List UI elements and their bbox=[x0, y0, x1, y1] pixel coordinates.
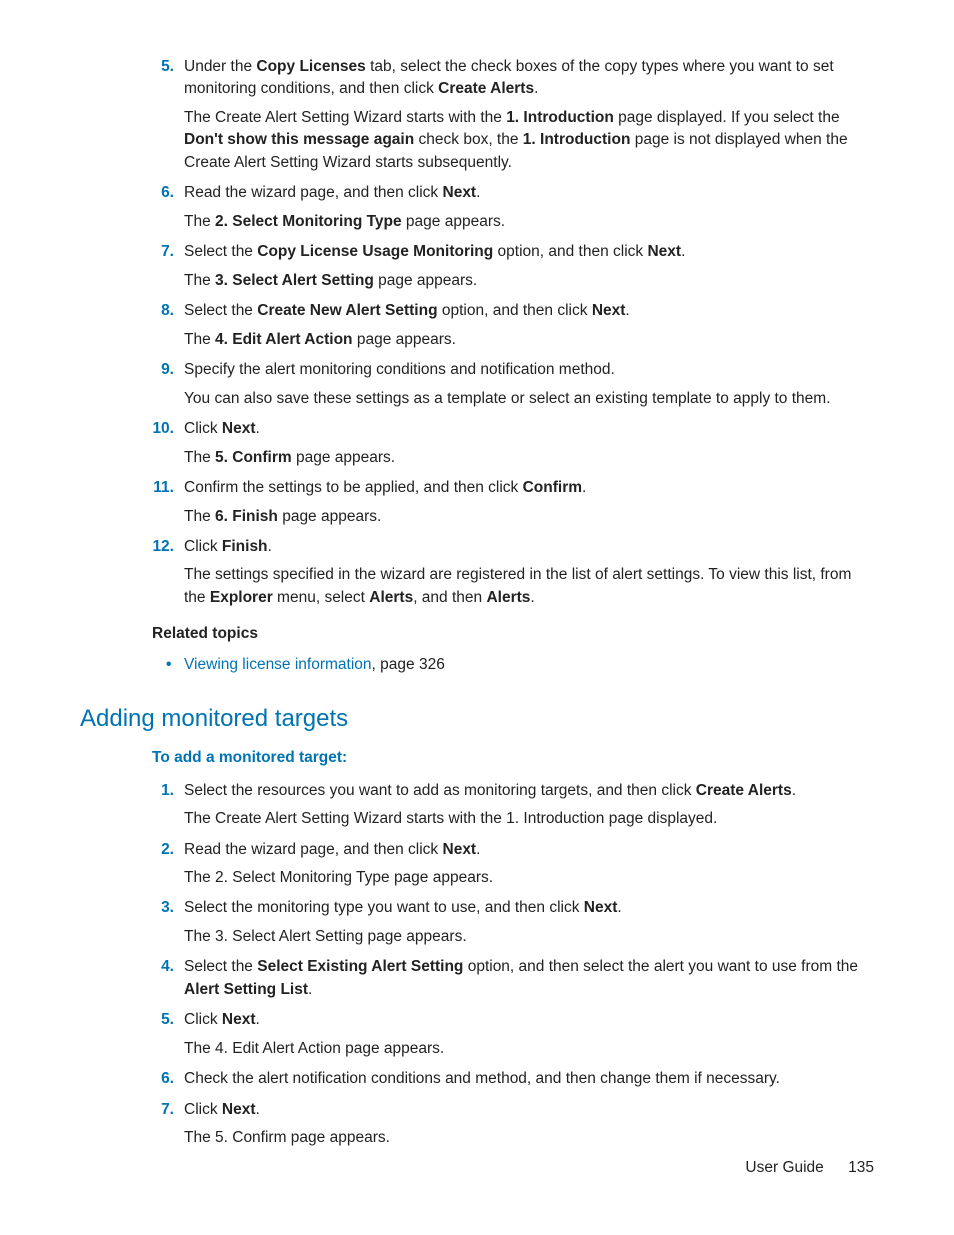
step-number: 6. bbox=[146, 1068, 174, 1090]
step-item: 2. Read the wizard page, and then click N… bbox=[80, 839, 874, 890]
step-number: 6. bbox=[146, 182, 174, 204]
step-result: The 3. Select Alert Setting page appears… bbox=[184, 270, 874, 292]
step-item: 5. Click Next. The 4. Edit Alert Action pa… bbox=[80, 1009, 874, 1060]
step-item: 1. Select the resources you want to add a… bbox=[80, 780, 874, 831]
page-number: 135 bbox=[848, 1159, 874, 1176]
step-item: 7. Select the Copy License Usage Monitori… bbox=[80, 241, 874, 292]
footer-label: User Guide bbox=[745, 1159, 823, 1176]
step-text: Select the Copy License Usage Monitoring… bbox=[184, 241, 874, 263]
step-text: Read the wizard page, and then click Nex… bbox=[184, 839, 874, 861]
step-item: 6. Check the alert notification condition… bbox=[80, 1068, 874, 1090]
step-result: The Create Alert Setting Wizard starts w… bbox=[184, 808, 874, 830]
step-text: Select the monitoring type you want to u… bbox=[184, 897, 874, 919]
step-item: 4. Select the Select Existing Alert Setti… bbox=[80, 956, 874, 1001]
page-footer: User Guide 135 bbox=[745, 1157, 874, 1179]
step-text: Confirm the settings to be applied, and … bbox=[184, 477, 874, 499]
step-item: 5. Under the Copy Licenses tab, select th… bbox=[80, 56, 874, 174]
step-text: Select the Select Existing Alert Setting… bbox=[184, 956, 874, 1001]
step-number: 5. bbox=[146, 1009, 174, 1031]
step-text: Click Finish. bbox=[184, 536, 874, 558]
step-text: Select the Create New Alert Setting opti… bbox=[184, 300, 874, 322]
link-view-license-info[interactable]: Viewing license information bbox=[184, 656, 372, 673]
step-number: 4. bbox=[146, 956, 174, 978]
step-number: 10. bbox=[146, 418, 174, 440]
step-item: 7. Click Next. The 5. Confirm page appears… bbox=[80, 1099, 874, 1150]
related-topic-suffix: , page 326 bbox=[372, 656, 445, 673]
step-item: 6. Read the wizard page, and then click N… bbox=[80, 182, 874, 233]
step-item: 12. Click Finish. The settings specified i… bbox=[80, 536, 874, 609]
step-result: The 5. Confirm page appears. bbox=[184, 1127, 874, 1149]
step-text: Under the Copy Licenses tab, select the … bbox=[184, 56, 874, 101]
related-topics-list: Viewing license information, page 326 bbox=[152, 654, 874, 676]
step-result: The settings specified in the wizard are… bbox=[184, 564, 874, 609]
step-result: The 4. Edit Alert Action page appears. bbox=[184, 329, 874, 351]
step-text: Check the alert notification conditions … bbox=[184, 1068, 874, 1090]
step-result: The 4. Edit Alert Action page appears. bbox=[184, 1038, 874, 1060]
step-text: Select the resources you want to add as … bbox=[184, 780, 874, 802]
section-heading-adding-monitored-targets: Adding monitored targets bbox=[80, 702, 874, 737]
step-result: The 3. Select Alert Setting page appears… bbox=[184, 926, 874, 948]
step-result: The 2. Select Monitoring Type page appea… bbox=[184, 211, 874, 233]
step-result: The 6. Finish page appears. bbox=[184, 506, 874, 528]
step-number: 7. bbox=[146, 1099, 174, 1121]
step-result: The 5. Confirm page appears. bbox=[184, 447, 874, 469]
step-text: Read the wizard page, and then click Nex… bbox=[184, 182, 874, 204]
step-number: 12. bbox=[146, 536, 174, 558]
related-topics-heading: Related topics bbox=[152, 623, 874, 645]
step-list-b: 1. Select the resources you want to add a… bbox=[80, 780, 874, 1150]
step-item: 9. Specify the alert monitoring condition… bbox=[80, 359, 874, 410]
step-number: 5. bbox=[146, 56, 174, 78]
step-result: You can also save these settings as a te… bbox=[184, 388, 874, 410]
step-list-a: 5. Under the Copy Licenses tab, select th… bbox=[80, 56, 874, 609]
step-number: 1. bbox=[146, 780, 174, 802]
step-number: 7. bbox=[146, 241, 174, 263]
document-page: 5. Under the Copy Licenses tab, select th… bbox=[0, 0, 954, 1235]
step-item: 11. Confirm the settings to be applied, a… bbox=[80, 477, 874, 528]
step-number: 3. bbox=[146, 897, 174, 919]
step-result: The Create Alert Setting Wizard starts w… bbox=[184, 107, 874, 174]
step-text: Click Next. bbox=[184, 1099, 874, 1121]
step-item: 3. Select the monitoring type you want to… bbox=[80, 897, 874, 948]
procedure-heading: To add a monitored target: bbox=[152, 747, 874, 769]
step-item: 10. Click Next. The 5. Confirm page appear… bbox=[80, 418, 874, 469]
related-topic-item: Viewing license information, page 326 bbox=[152, 654, 874, 676]
step-number: 11. bbox=[146, 477, 174, 499]
step-number: 2. bbox=[146, 839, 174, 861]
step-text: Click Next. bbox=[184, 418, 874, 440]
step-text: Specify the alert monitoring conditions … bbox=[184, 359, 874, 381]
step-number: 9. bbox=[146, 359, 174, 381]
step-text: Click Next. bbox=[184, 1009, 874, 1031]
step-number: 8. bbox=[146, 300, 174, 322]
step-item: 8. Select the Create New Alert Setting op… bbox=[80, 300, 874, 351]
step-result: The 2. Select Monitoring Type page appea… bbox=[184, 867, 874, 889]
